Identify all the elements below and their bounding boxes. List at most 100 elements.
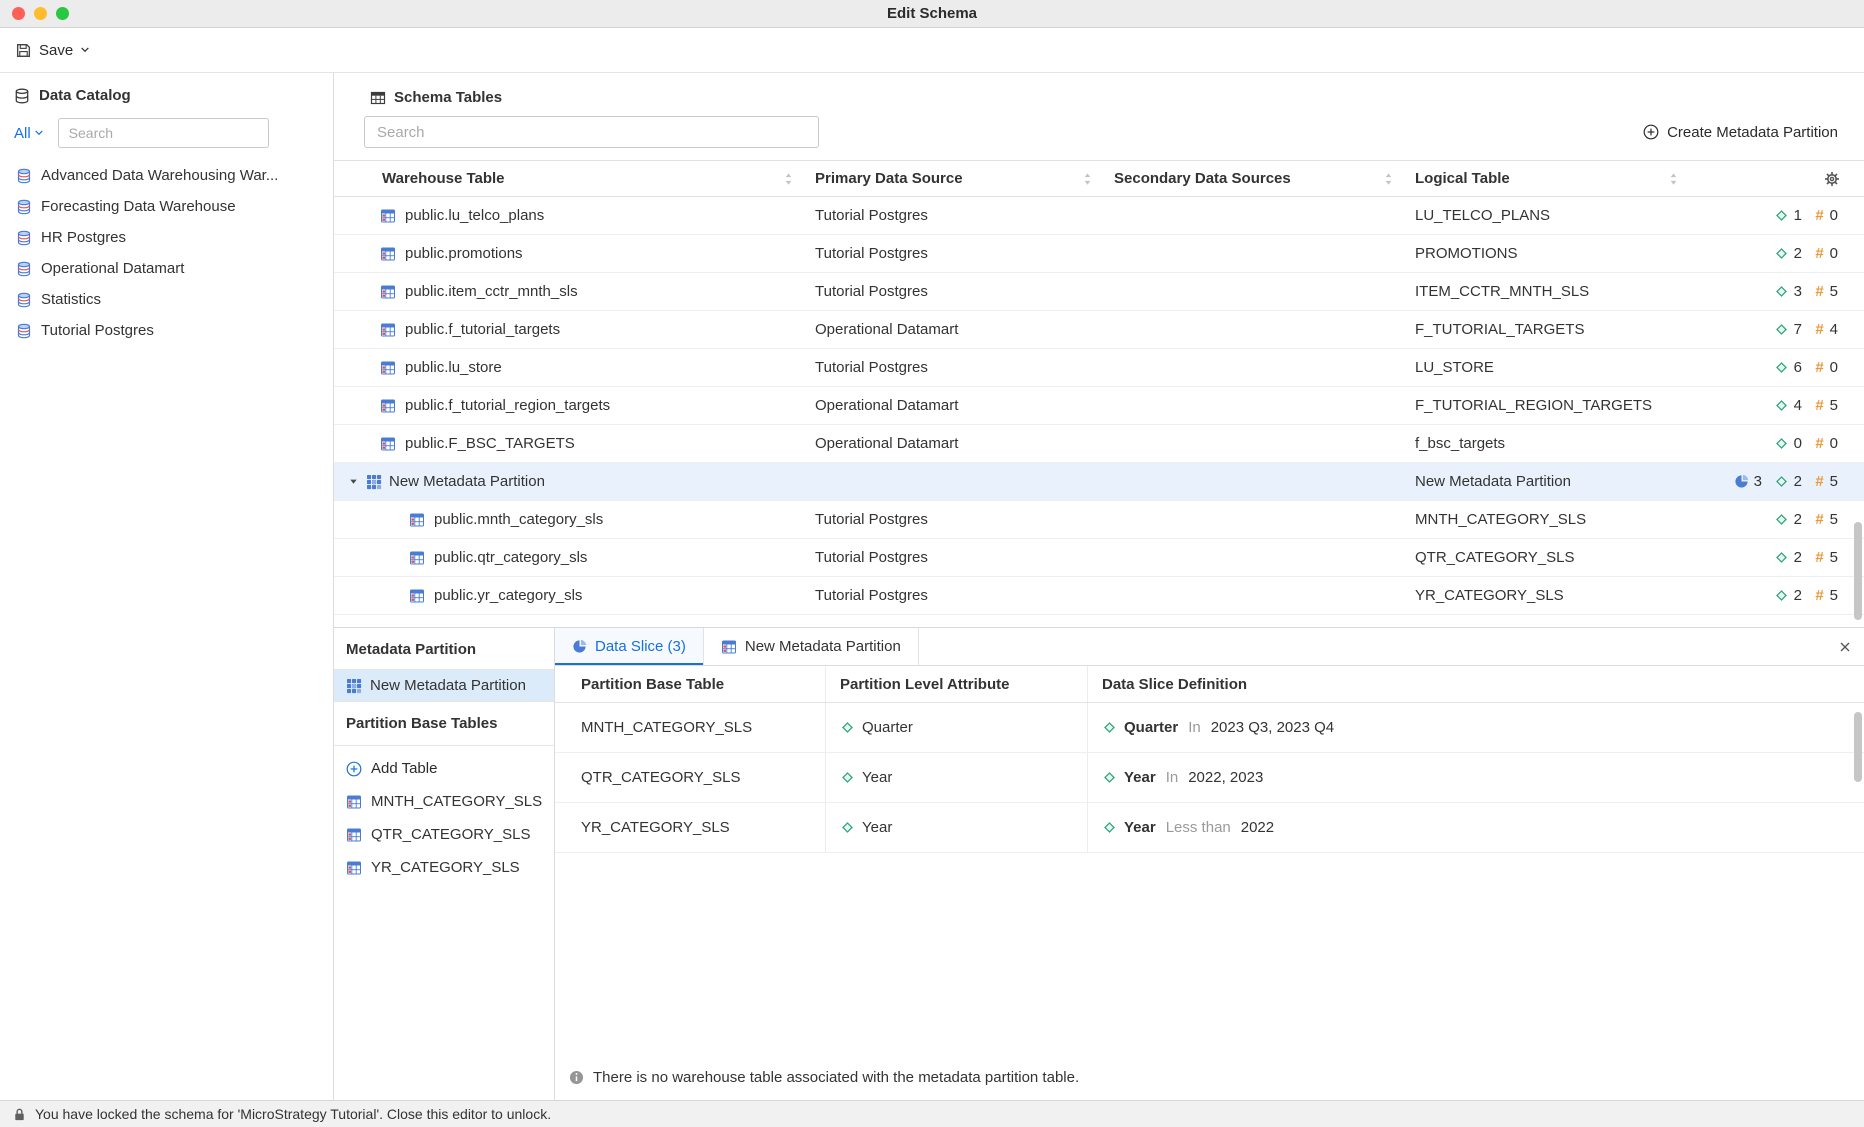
attribute-name: Quarter xyxy=(862,719,913,736)
data-catalog-title: Data Catalog xyxy=(39,87,131,104)
logical-table-name: MNTH_CATEGORY_SLS xyxy=(1415,511,1700,528)
sort-icon[interactable] xyxy=(784,172,793,186)
attribute-count: 4 xyxy=(1793,397,1802,414)
gear-icon[interactable] xyxy=(1824,171,1840,187)
table-row[interactable]: public.yr_category_sls Tutorial Postgres… xyxy=(334,577,1864,615)
table-row[interactable]: public.promotions Tutorial Postgres PROM… xyxy=(334,235,1864,273)
partition-base-table-name: MNTH_CATEGORY_SLS xyxy=(555,703,826,752)
fact-count: 5 xyxy=(1829,397,1838,414)
warehouse-table-icon xyxy=(380,284,396,300)
data-slice-row[interactable]: YR_CATEGORY_SLS Year Year Less than 2022 xyxy=(555,803,1864,853)
selected-partition-item[interactable]: New Metadata Partition xyxy=(334,670,554,702)
partition-table-icon xyxy=(366,474,382,490)
metadata-partition-panel: Metadata Partition New Metadata Partitio… xyxy=(334,627,1864,1100)
traffic-lights xyxy=(12,7,69,20)
attribute-diamond-icon xyxy=(1774,588,1789,603)
window-title: Edit Schema xyxy=(0,5,1864,22)
attribute-diamond-icon xyxy=(1774,208,1789,223)
base-table-item[interactable]: QTR_CATEGORY_SLS xyxy=(334,818,554,851)
attribute-diamond-icon xyxy=(1774,284,1789,299)
primary-data-source: Tutorial Postgres xyxy=(815,283,1114,300)
fact-hash-icon: # xyxy=(1814,207,1825,224)
edit-schema-window: Edit Schema Save Data Catalog All xyxy=(0,0,1864,1127)
fact-count: 4 xyxy=(1829,321,1838,338)
table-row[interactable]: public.f_tutorial_targets Operational Da… xyxy=(334,311,1864,349)
close-panel-icon[interactable] xyxy=(1839,641,1851,653)
partition-name: New Metadata Partition xyxy=(389,473,545,490)
column-label: Secondary Data Sources xyxy=(1114,170,1291,187)
minimize-window-button[interactable] xyxy=(34,7,47,20)
table-row[interactable]: public.mnth_category_sls Tutorial Postgr… xyxy=(334,501,1864,539)
tab-data-slice[interactable]: Data Slice (3) xyxy=(555,628,704,665)
column-header-partition-base-table: Partition Base Table xyxy=(555,666,826,702)
fact-hash-icon: # xyxy=(1814,245,1825,262)
sort-icon[interactable] xyxy=(1083,172,1092,186)
info-message-row: There is no warehouse table associated w… xyxy=(555,1069,1864,1100)
column-header-logical-table[interactable]: Logical Table xyxy=(1415,161,1700,196)
attribute-diamond-icon xyxy=(1102,770,1117,785)
table-row[interactable]: public.lu_store Tutorial Postgres LU_STO… xyxy=(334,349,1864,387)
data-slice-row[interactable]: QTR_CATEGORY_SLS Year Year In 2022, 2023 xyxy=(555,753,1864,803)
table-scrollbar[interactable] xyxy=(1854,522,1862,620)
sidebar-item-hr-postgres[interactable]: HR Postgres xyxy=(0,222,333,253)
sidebar-item-tutorial-postgres[interactable]: Tutorial Postgres xyxy=(0,315,333,346)
base-table-item[interactable]: MNTH_CATEGORY_SLS xyxy=(334,785,554,818)
definition-values: 2023 Q3, 2023 Q4 xyxy=(1211,719,1334,736)
column-header-secondary-data-sources[interactable]: Secondary Data Sources xyxy=(1114,161,1415,196)
row-counts: 6 #0 xyxy=(1700,359,1864,376)
column-header-warehouse-table[interactable]: Warehouse Table xyxy=(334,161,815,196)
sort-icon[interactable] xyxy=(1384,172,1393,186)
table-row[interactable]: public.qtr_category_sls Tutorial Postgre… xyxy=(334,539,1864,577)
base-table-item[interactable]: YR_CATEGORY_SLS xyxy=(334,851,554,884)
table-row[interactable]: public.lu_telco_plans Tutorial Postgres … xyxy=(334,197,1864,235)
catalog-search-input[interactable] xyxy=(58,118,269,148)
panel-scrollbar[interactable] xyxy=(1854,712,1862,782)
caret-down-icon[interactable] xyxy=(348,476,359,487)
data-slice-row[interactable]: MNTH_CATEGORY_SLS Quarter Quarter In 202… xyxy=(555,703,1864,753)
fact-count: 0 xyxy=(1829,207,1838,224)
attribute-diamond-icon xyxy=(1774,322,1789,337)
column-header-primary-data-source[interactable]: Primary Data Source xyxy=(815,161,1114,196)
sidebar-item-operational-datamart[interactable]: Operational Datamart xyxy=(0,253,333,284)
sidebar-item-advanced-data-warehousing[interactable]: Advanced Data Warehousing War... xyxy=(0,160,333,191)
data-slice-definition: Year In 2022, 2023 xyxy=(1088,753,1864,802)
metadata-partition-row[interactable]: New Metadata Partition New Metadata Part… xyxy=(334,463,1864,501)
plus-circle-icon xyxy=(1643,124,1659,140)
attribute-diamond-icon xyxy=(1774,474,1789,489)
create-metadata-partition-button[interactable]: Create Metadata Partition xyxy=(1643,124,1838,141)
zoom-window-button[interactable] xyxy=(56,7,69,20)
save-button[interactable]: Save xyxy=(15,42,90,59)
table-row[interactable]: public.item_cctr_mnth_sls Tutorial Postg… xyxy=(334,273,1864,311)
schema-tables-search-input[interactable] xyxy=(364,116,819,148)
fact-count: 5 xyxy=(1829,473,1838,490)
add-table-button[interactable]: Add Table xyxy=(334,746,554,785)
database-icon xyxy=(16,292,32,308)
sidebar-item-forecasting-data-warehouse[interactable]: Forecasting Data Warehouse xyxy=(0,191,333,222)
tab-new-metadata-partition[interactable]: New Metadata Partition xyxy=(704,628,919,665)
sidebar-item-statistics[interactable]: Statistics xyxy=(0,284,333,315)
definition-attribute: Year xyxy=(1124,819,1156,836)
logical-table-name: PROMOTIONS xyxy=(1415,245,1700,262)
warehouse-table-name: public.qtr_category_sls xyxy=(434,549,587,566)
partition-sidebar: Metadata Partition New Metadata Partitio… xyxy=(334,628,555,1100)
data-slice-definition: Year Less than 2022 xyxy=(1088,803,1864,852)
warehouse-table-name: public.yr_category_sls xyxy=(434,587,582,604)
definition-attribute: Quarter xyxy=(1124,719,1178,736)
fact-count: 5 xyxy=(1829,587,1838,604)
primary-data-source: Tutorial Postgres xyxy=(815,207,1114,224)
table-row[interactable]: public.F_BSC_TARGETS Operational Datamar… xyxy=(334,425,1864,463)
warehouse-table-icon xyxy=(346,794,362,810)
info-message: There is no warehouse table associated w… xyxy=(593,1069,1079,1086)
table-row[interactable]: public.f_tutorial_region_targets Operati… xyxy=(334,387,1864,425)
warehouse-table-icon xyxy=(409,550,425,566)
sidebar-item-label: HR Postgres xyxy=(41,229,126,246)
filter-dropdown[interactable]: All xyxy=(14,125,44,142)
close-window-button[interactable] xyxy=(12,7,25,20)
attribute-diamond-icon xyxy=(1774,550,1789,565)
chevron-down-icon[interactable] xyxy=(80,46,90,54)
primary-data-source: Tutorial Postgres xyxy=(815,549,1114,566)
warehouse-table-icon xyxy=(380,360,396,376)
sort-icon[interactable] xyxy=(1669,172,1678,186)
sidebar-item-label: Advanced Data Warehousing War... xyxy=(41,167,278,184)
logical-table-name: F_TUTORIAL_REGION_TARGETS xyxy=(1415,397,1700,414)
